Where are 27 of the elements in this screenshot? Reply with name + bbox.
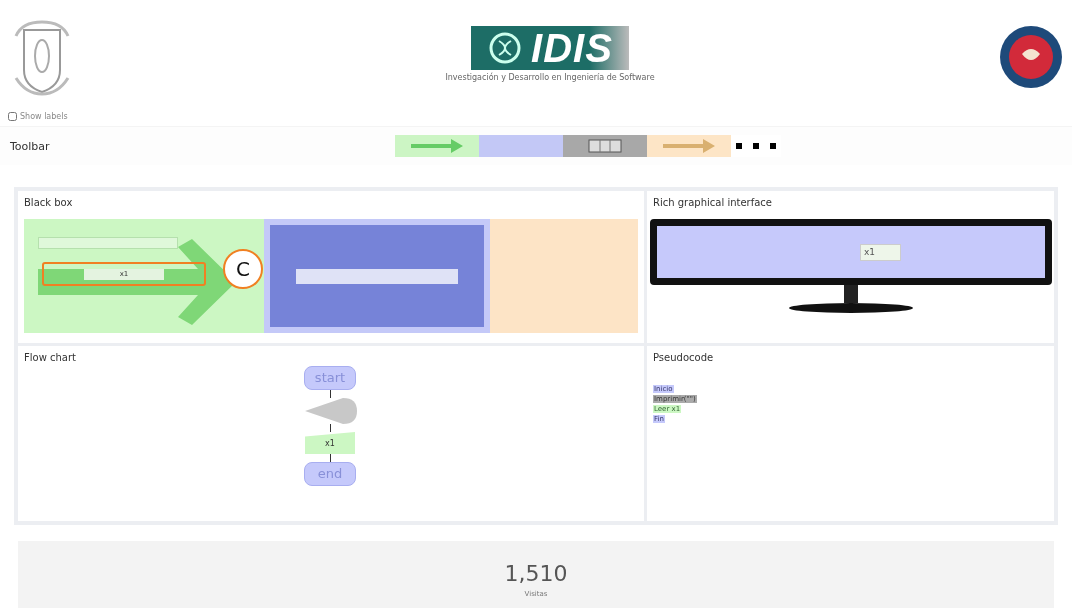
input-node: x1 [305, 432, 355, 454]
output-node [305, 398, 357, 424]
monitor-stand [843, 285, 858, 303]
terminal-node: end [304, 462, 356, 486]
seal-logo [998, 24, 1064, 90]
show-labels-checkbox[interactable] [8, 111, 17, 121]
connector-line [329, 424, 331, 432]
frame-icon [588, 139, 622, 153]
logo-subtitle: Investigación y Desarrollo en Ingeniería de Software [445, 73, 655, 82]
screen-field[interactable]: x1 [860, 243, 901, 261]
panel-title: Flow chart [24, 352, 77, 365]
input-tool[interactable] [395, 135, 479, 157]
empty-field[interactable] [38, 237, 178, 249]
connector-line [329, 390, 331, 398]
panel-title: Black box [24, 197, 74, 210]
terminal-node: start [304, 366, 356, 390]
idis-logo-banner: IDIS [471, 26, 629, 70]
visitor-count: 1,510 [504, 561, 568, 586]
memory-tool[interactable] [563, 135, 647, 157]
dots-icon [734, 142, 778, 150]
connector-line [329, 454, 331, 462]
arrow-icon [411, 139, 463, 153]
panel-title: Pseudocode [653, 352, 715, 365]
panel-title: Rich graphical interface [653, 197, 773, 210]
toolbar-label: Toolbar [9, 139, 51, 153]
show-labels-label: Show labels [20, 111, 68, 121]
arrow-icon [663, 139, 715, 153]
